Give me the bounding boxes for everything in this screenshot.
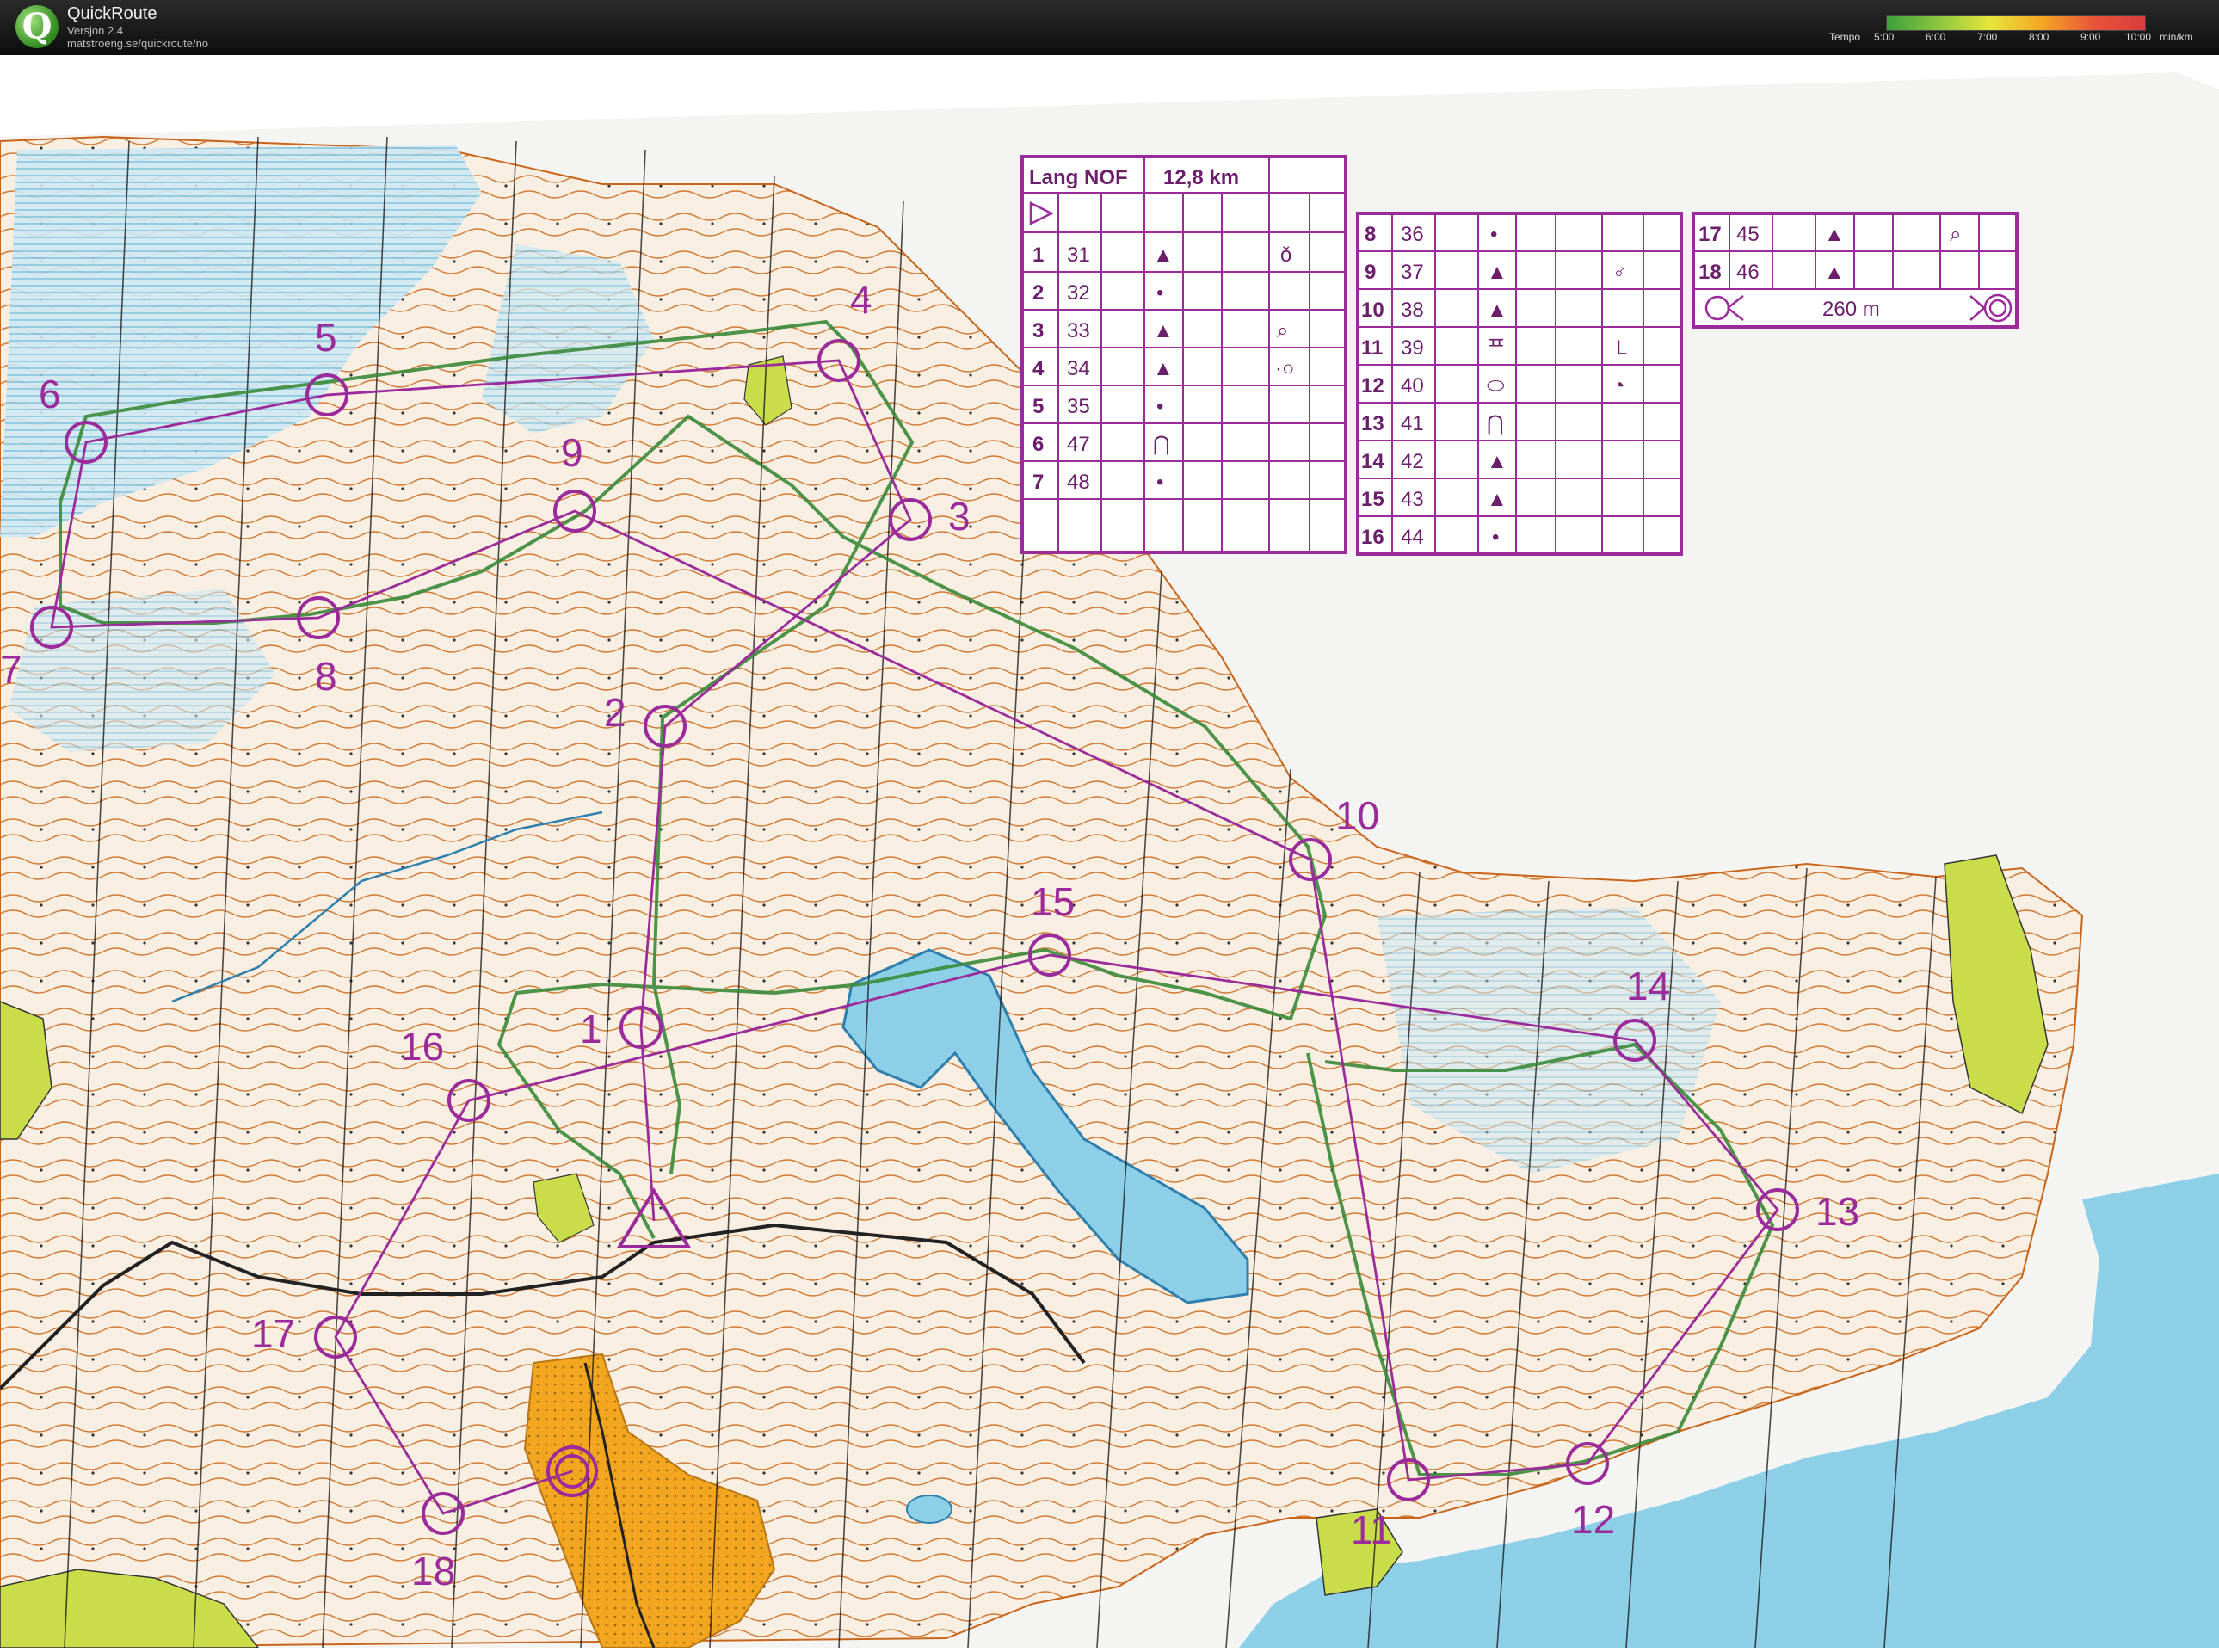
- control-feature-icon: ▲: [1487, 450, 1507, 473]
- control-number: 1: [580, 1007, 602, 1051]
- control-feature-icon: •: [1156, 471, 1163, 494]
- control-seq: 8: [1365, 223, 1376, 246]
- course-length: 12,8 km: [1163, 166, 1239, 189]
- control-seq: 9: [1365, 261, 1376, 284]
- control-feature-icon: ᄑ: [1487, 336, 1506, 360]
- control-seq: 4: [1032, 357, 1045, 380]
- control-seq: 6: [1032, 433, 1044, 456]
- control-code: 32: [1067, 281, 1090, 305]
- map-canvas[interactable]: 1 2 3 4 5 6 7 8 9 10 11 12 13 14 15 16 1…: [0, 55, 2219, 1649]
- control-feature-icon: ▲: [1487, 488, 1507, 511]
- control-feature-icon: ▲: [1824, 261, 1845, 284]
- course-name: Lang NOF: [1029, 166, 1128, 189]
- control-seq: 18: [1698, 261, 1722, 284]
- control-code: 37: [1401, 261, 1424, 284]
- control-feature-icon: •: [1492, 526, 1499, 549]
- control-code: 42: [1401, 450, 1424, 473]
- control-seq: 10: [1361, 299, 1384, 322]
- control-code: 39: [1401, 336, 1424, 360]
- control-seq: 11: [1361, 336, 1383, 360]
- control-code: 36: [1401, 223, 1424, 246]
- control-seq: 5: [1032, 395, 1044, 418]
- control-code: 34: [1067, 357, 1090, 380]
- control-seq: 1: [1032, 243, 1044, 267]
- tempo-label: Tempo: [1829, 31, 1861, 43]
- control-detail-icon: ·○: [1275, 357, 1295, 380]
- control-number: 8: [315, 654, 337, 699]
- control-code: 47: [1067, 433, 1090, 456]
- control-feature-icon: ⋂: [1487, 412, 1504, 435]
- control-feature-icon: ⋂: [1153, 433, 1170, 456]
- control-detail-icon: ♂: [1612, 261, 1628, 284]
- quickroute-logo-icon: Q: [15, 5, 59, 48]
- control-seq: 7: [1032, 471, 1044, 494]
- control-number: 14: [1626, 964, 1670, 1008]
- control-code: 35: [1067, 395, 1090, 418]
- control-feature-icon: ▲: [1153, 357, 1174, 380]
- control-feature-icon: •: [1156, 281, 1163, 305]
- app-header: Q QuickRoute Versjon 2.4 matstroeng.se/q…: [0, 0, 2219, 55]
- control-number: 15: [1031, 879, 1075, 924]
- control-code: 31: [1067, 243, 1090, 267]
- control-number: 10: [1335, 793, 1379, 838]
- control-detail-icon: ǒ: [1280, 243, 1291, 267]
- control-feature-icon: ▲: [1487, 261, 1507, 284]
- control-code: 44: [1401, 526, 1424, 549]
- control-number: 11: [1351, 1507, 1392, 1552]
- orienteering-map[interactable]: 1 2 3 4 5 6 7 8 9 10 11 12 13 14 15 16 1…: [0, 55, 2219, 1649]
- control-number: 4: [850, 277, 872, 322]
- control-code: 40: [1401, 374, 1424, 398]
- control-seq: 12: [1361, 374, 1384, 398]
- control-seq: 17: [1698, 223, 1722, 246]
- tempo-unit: min/km: [2160, 31, 2193, 43]
- control-feature-icon: •: [1156, 395, 1163, 418]
- control-detail-icon: ⌕: [1277, 319, 1288, 342]
- small-pond: [906, 1495, 952, 1524]
- control-feature-icon: ▲: [1824, 223, 1845, 246]
- control-feature-icon: ▲: [1487, 299, 1507, 322]
- tempo-tick: 7:00: [1977, 31, 1998, 43]
- control-code: 45: [1736, 223, 1760, 246]
- tempo-tick: 10:00: [2125, 31, 2152, 43]
- control-detail-icon: L: [1616, 336, 1627, 360]
- control-seq: 15: [1361, 488, 1384, 511]
- tempo-tick: 6:00: [1926, 31, 1946, 43]
- control-seq: 13: [1361, 412, 1384, 435]
- tempo-color-scale: [1886, 15, 2146, 31]
- control-code: 48: [1067, 471, 1090, 494]
- control-number: 13: [1815, 1189, 1859, 1234]
- app-url[interactable]: matstroeng.se/quickroute/no: [67, 37, 208, 50]
- control-code: 33: [1067, 319, 1090, 342]
- control-code: 41: [1401, 412, 1424, 435]
- control-number: 6: [39, 372, 61, 416]
- finish-distance: 260 m: [1822, 298, 1880, 321]
- tempo-tick: 5:00: [1874, 31, 1895, 43]
- control-detail-icon: ⌕: [1950, 223, 1961, 246]
- control-number: 5: [315, 315, 337, 360]
- control-number: 16: [400, 1024, 444, 1069]
- control-seq: 14: [1361, 450, 1384, 473]
- control-seq: 16: [1361, 526, 1384, 549]
- tempo-tick: 8:00: [2029, 31, 2049, 43]
- control-code: 43: [1401, 488, 1424, 511]
- control-feature-icon: •: [1490, 223, 1497, 246]
- app-version: Versjon 2.4: [67, 24, 124, 37]
- control-seq: 2: [1032, 281, 1044, 305]
- control-number: 18: [411, 1549, 455, 1593]
- control-feature-icon: ⬭: [1487, 374, 1505, 398]
- tempo-tick: 9:00: [2080, 31, 2101, 43]
- control-detail-icon: ◔: [1612, 374, 1625, 398]
- control-number: 7: [0, 647, 22, 692]
- control-feature-icon: ▲: [1153, 319, 1174, 342]
- control-code: 46: [1736, 261, 1760, 284]
- control-feature-icon: ▲: [1153, 243, 1174, 267]
- app-title: QuickRoute: [67, 4, 157, 23]
- control-number: 3: [948, 494, 971, 539]
- control-number: 2: [604, 690, 626, 735]
- control-code: 38: [1401, 299, 1424, 322]
- control-number: 9: [561, 430, 583, 475]
- control-number: 12: [1571, 1497, 1615, 1542]
- control-seq: 3: [1032, 319, 1044, 342]
- control-number: 17: [251, 1311, 295, 1356]
